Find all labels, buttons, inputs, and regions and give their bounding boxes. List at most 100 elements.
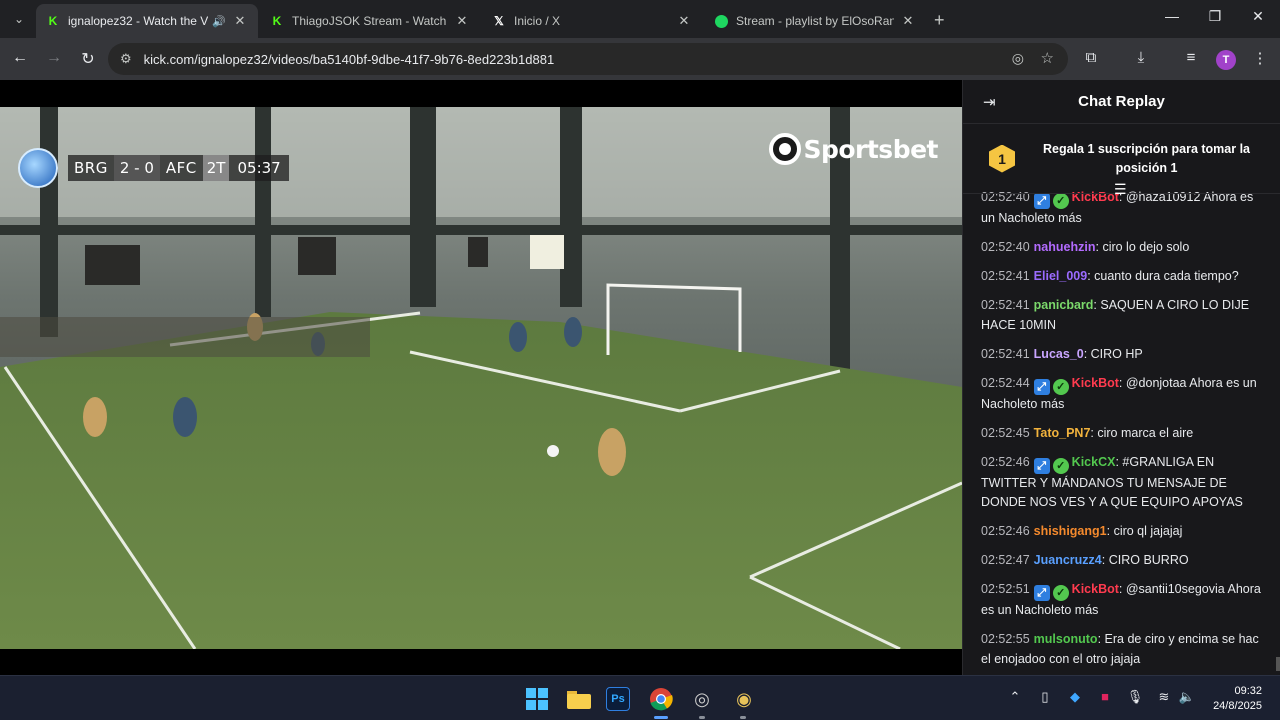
message-username[interactable]: shishigang1 [1034, 524, 1107, 538]
reload-icon[interactable]: ↻ [78, 49, 98, 69]
chat-message: 02:52:41 Lucas_0: CIRO HP [981, 346, 1143, 361]
message-text: ciro marca el aire [1097, 425, 1194, 440]
star-icon[interactable]: ☆ [1041, 49, 1054, 67]
message-time: 02:52:45 [981, 425, 1030, 440]
league-logo-circle [18, 148, 58, 188]
maximize-icon[interactable]: ❐ [1205, 8, 1225, 25]
media-control-icon[interactable]: ≡ [1181, 49, 1201, 66]
chat-message: 02:52:45 Tato_PN7: ciro marca el aire [981, 425, 1194, 440]
close-icon[interactable]: ✕ [232, 13, 248, 29]
message-username[interactable]: KickBot [1072, 582, 1119, 596]
scoreboard-overlay: BRG 2 - 0 AFC 2T 05:37 [14, 137, 289, 199]
eye-off-icon[interactable]: ◎ [1012, 50, 1024, 67]
message-username[interactable]: mulsonuto [1034, 632, 1098, 646]
extensions-icon[interactable]: ⧉ [1081, 49, 1101, 66]
microphone-icon[interactable]: 🎙 [1125, 689, 1145, 705]
system-clock[interactable]: 09:32 24/8/2025 [1213, 684, 1262, 714]
tab-4[interactable]: Stream - playlist by ElOsoRanci ✕ [704, 4, 926, 38]
chat-message: 02:52:51 ⤢ ✓ KickBot: @santii10segovia Ahor… [981, 582, 1261, 617]
chevron-down-icon: ⌄ [13, 12, 25, 26]
verified-badge-icon: ✓ [1052, 193, 1069, 209]
message-time: 02:52:46 [981, 454, 1030, 469]
pinned-banner[interactable]: 1 Regala 1 suscripción para tomar la pos… [963, 124, 1280, 197]
message-username[interactable]: Lucas_0 [1034, 347, 1084, 361]
close-window-icon[interactable]: ✕ [1248, 8, 1268, 25]
verified-badge-icon: ✓ [1052, 457, 1069, 474]
chat-messages: 02:52:40 ⤢ ✓ KickBot: @haza10912 Ahora es u… [963, 188, 1280, 669]
message-text: ciro lo dejo solo [1102, 240, 1190, 254]
forward-icon[interactable]: → [44, 49, 64, 67]
profile-avatar[interactable]: T [1216, 50, 1236, 70]
message-time: 02:52:47 [981, 553, 1030, 567]
windows-start-icon[interactable] [523, 685, 551, 713]
tab-2[interactable]: K ThiagoJSOK Stream - Watch Liv ✕ [260, 4, 480, 38]
new-tab-button[interactable]: + [934, 10, 945, 31]
verified-badge-icon: ✓ [1052, 378, 1069, 395]
menu-icon[interactable]: ⋮ [1250, 49, 1270, 67]
page-content: BRG 2 - 0 AFC 2T 05:37 Sportsbet ⇥ Chat … [0, 80, 1280, 675]
speaker-icon[interactable]: 🔊 [212, 15, 226, 28]
message-username[interactable]: KickCX [1072, 455, 1116, 469]
running-indicator [699, 716, 705, 719]
tab-search-button[interactable]: ⌄ [8, 8, 30, 30]
bot-badge-icon: ⤢ [1033, 585, 1050, 601]
score: 2 - 0 [113, 155, 160, 181]
site-info-icon[interactable]: ⚙ [120, 51, 132, 67]
video-player[interactable]: BRG 2 - 0 AFC 2T 05:37 Sportsbet [0, 107, 962, 649]
chevron-up-icon[interactable]: ⌃ [1005, 689, 1025, 705]
address-bar[interactable]: ⚙ kick.com/ignalopez32/videos/ba5140bf-9… [108, 43, 1068, 75]
clock-date: 24/8/2025 [1213, 700, 1262, 712]
file-explorer-icon[interactable] [565, 685, 593, 713]
download-icon[interactable]: ⤓ [1131, 49, 1151, 66]
shield-icon[interactable]: ◆ [1065, 689, 1085, 705]
usb-icon[interactable]: ▯ [1035, 689, 1055, 705]
tab-title: ignalopez32 - Watch the VO [68, 14, 209, 28]
message-time: 02:52:40 [981, 240, 1030, 254]
message-username[interactable]: Tato_PN7 [1034, 426, 1091, 440]
chat-message: 02:52:47 Juancruzz4: CIRO BURRO [981, 553, 1189, 567]
volume-icon[interactable]: 🔈 [1177, 689, 1197, 705]
close-icon[interactable]: ✕ [676, 13, 692, 29]
minimize-icon[interactable]: — [1162, 8, 1182, 24]
bot-badge-icon: ⤢ [1033, 457, 1050, 474]
app-icon-2[interactable]: ◉ [730, 685, 758, 713]
message-text: CIRO BURRO [1108, 553, 1189, 567]
kick-icon: K [48, 14, 58, 28]
chat-message: 02:52:46 ⤢ ✓ KickCX: #GRANLIGA EN TWITTER Y… [981, 454, 1243, 510]
chat-message: 02:52:46 shishigang1: ciro ql jajajaj [981, 524, 1183, 538]
app-icon[interactable]: ◎ [688, 685, 716, 713]
sponsor-logo: Sportsbet [769, 133, 938, 165]
message-text: ciro ql jajajaj [1113, 524, 1183, 538]
profile-initial: T [1222, 54, 1230, 66]
wifi-icon[interactable]: ≋ [1154, 689, 1174, 705]
kick-icon: K [272, 14, 282, 28]
message-username[interactable]: panicbard [1034, 298, 1094, 312]
app-tray-icon[interactable]: ■ [1095, 689, 1115, 704]
message-username[interactable]: nahuehzin [1034, 240, 1096, 254]
close-icon[interactable]: ✕ [454, 13, 470, 29]
message-username[interactable]: Eliel_009 [1034, 269, 1088, 283]
message-username[interactable]: KickBot [1072, 376, 1119, 390]
clock-time: 09:32 [1234, 685, 1262, 697]
message-time: 02:52:41 [981, 346, 1030, 361]
chrome-icon[interactable] [647, 685, 675, 713]
url-text[interactable]: kick.com/ignalopez32/videos/ba5140bf-9db… [144, 52, 555, 67]
back-icon[interactable]: ← [10, 49, 30, 67]
score-bar: BRG 2 - 0 AFC 2T 05:37 [68, 155, 289, 181]
rank-number: 1 [998, 150, 1006, 167]
tab-title: Inicio / X [514, 14, 561, 28]
tab-title: ThiagoJSOK Stream - Watch Liv [292, 14, 448, 28]
photoshop-icon[interactable]: Ps [606, 687, 630, 711]
tab-title: Stream - playlist by ElOsoRanci [736, 14, 894, 28]
tab-3[interactable]: 𝕏 Inicio / X ✕ [482, 4, 702, 38]
tab-1[interactable]: K ignalopez32 - Watch the VO 🔊 ✕ [36, 4, 258, 38]
pinned-text: Regala 1 suscripción para tomar la posic… [1042, 141, 1251, 175]
close-icon[interactable]: ✕ [900, 13, 916, 29]
chat-message: 02:52:55 mulsonuto: Era de ciro y encima … [981, 632, 1259, 666]
sponsor-name: Sportsbet [803, 134, 938, 164]
filter-icon[interactable]: ☰ [1114, 181, 1127, 198]
chat-scrollbar[interactable] [1276, 657, 1280, 671]
running-indicator [740, 716, 746, 719]
message-username[interactable]: Juancruzz4 [1034, 553, 1102, 567]
collapse-chat-icon[interactable]: ⇥ [983, 93, 996, 111]
